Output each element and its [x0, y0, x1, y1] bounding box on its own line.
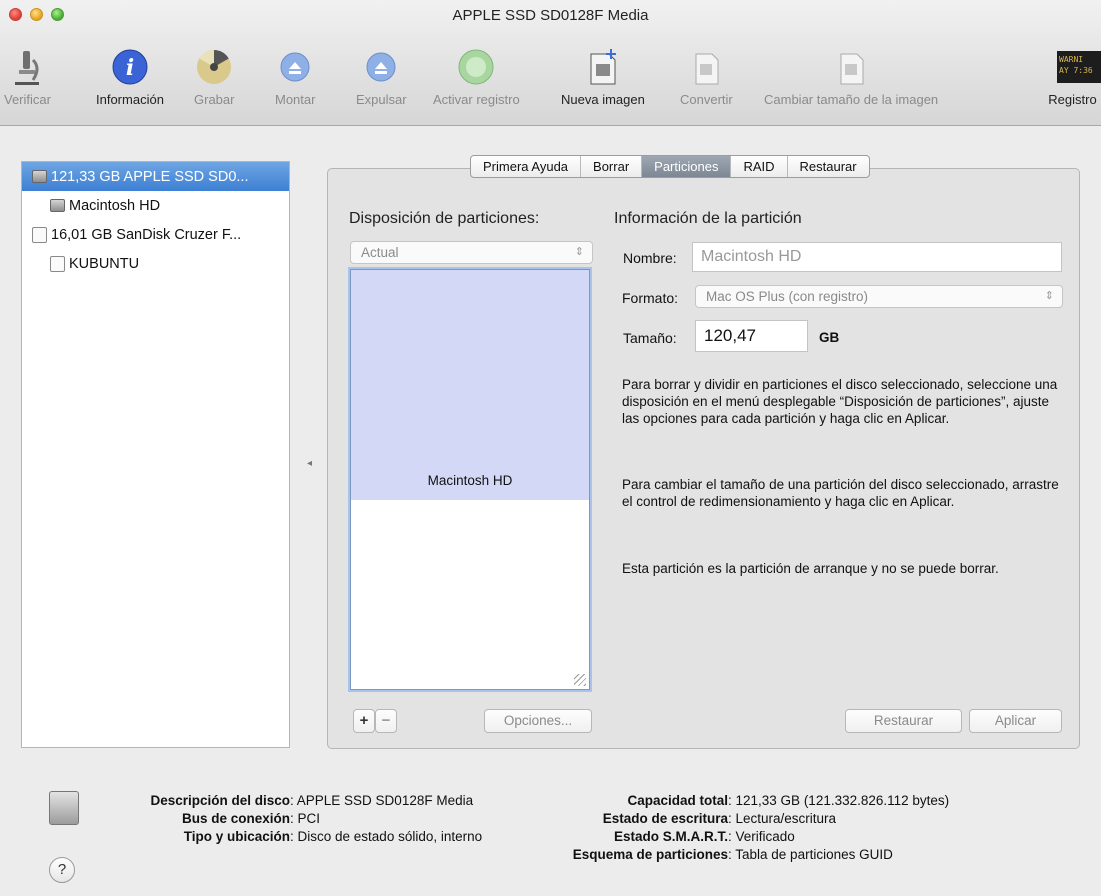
convert-button[interactable]: Convertir [680, 48, 733, 107]
eject-icon [366, 52, 396, 82]
help-text-1: Para borrar y dividir en particiones el … [622, 377, 1058, 426]
split-view-handle[interactable]: ◂ [307, 458, 312, 469]
partition-macintosh-hd[interactable] [351, 270, 589, 500]
svg-text:WARNI: WARNI [1059, 55, 1083, 64]
help-text-2: Para cambiar el tamaño de una partición … [622, 477, 1059, 509]
tab-erase[interactable]: Borrar [581, 156, 643, 177]
popup-arrows-icon: ⇕ [1044, 290, 1054, 302]
log-icon: WARNI AY 7:36 [1057, 51, 1101, 83]
restore-button[interactable]: Restaurar [845, 709, 962, 733]
smart-status-value: : Verificado [728, 829, 795, 844]
format-label: Formato: [622, 290, 679, 306]
tab-first-aid[interactable]: Primera Ayuda [471, 156, 582, 177]
smart-status-key: Estado S.M.A.R.T. [613, 829, 728, 844]
partition-layout-value: Actual [361, 245, 399, 260]
convert-icon [695, 53, 719, 85]
mount-icon [280, 52, 310, 82]
size-label: Tamaño: [623, 330, 677, 346]
partition-layout-heading: Disposición de particiones: [349, 210, 540, 227]
info-button[interactable]: i Información [96, 48, 164, 107]
volume-item-label: KUBUNTU [69, 255, 140, 272]
new-image-button[interactable]: Nueva imagen [561, 48, 645, 107]
partition-layout-popup[interactable]: Actual ⇕ [350, 241, 593, 264]
info-icon: i [112, 49, 148, 85]
new-image-icon [590, 49, 616, 85]
microscope-icon [15, 51, 40, 85]
log-button[interactable]: WARNI AY 7:36 Registro [1044, 48, 1101, 107]
enable-journaling-button[interactable]: Activar registro [433, 48, 520, 107]
partition-map[interactable]: Macintosh HD [350, 269, 590, 690]
eject-button[interactable]: Expulsar [356, 48, 407, 107]
volume-item-label: Macintosh HD [69, 197, 161, 214]
disk-item-apple-ssd[interactable]: 121,33 GB APPLE SSD SD0... [22, 162, 289, 191]
disk-description-value: : APPLE SSD SD0128F Media [290, 793, 474, 808]
tab-partitions[interactable]: Particiones [642, 156, 732, 177]
tab-raid[interactable]: RAID [731, 156, 788, 177]
external-disk-icon [50, 255, 65, 272]
disk-icon [49, 791, 79, 825]
write-status-key: Estado de escritura [602, 811, 728, 826]
partition-info-heading: Información de la partición [614, 210, 802, 227]
window-toolbar: APPLE SSD SD0128F Media Verificar i Info… [0, 0, 1101, 126]
svg-text:i: i [126, 55, 134, 81]
enable-journaling-icon [458, 49, 494, 85]
burn-button[interactable]: Grabar [194, 48, 234, 107]
bus-value: : PCI [290, 811, 321, 826]
total-capacity-value: : 121,33 GB (121.332.826.112 bytes) [728, 793, 950, 808]
disk-item-sandisk[interactable]: 16,01 GB SanDisk Cruzer F... [22, 220, 289, 249]
name-field[interactable]: Macintosh HD [692, 242, 1062, 272]
type-location-value: : Disco de estado sólido, interno [290, 829, 483, 844]
help-text-3: Esta partición es la partición de arranq… [622, 561, 999, 576]
resize-image-button[interactable]: Cambiar tamaño de la imagen [764, 48, 938, 107]
svg-text:AY 7:36: AY 7:36 [1059, 66, 1093, 75]
volume-item-kubuntu[interactable]: KUBUNTU [22, 249, 289, 278]
mount-button[interactable]: Montar [275, 48, 315, 107]
format-popup[interactable]: Mac OS Plus (con registro) ⇕ [695, 285, 1063, 308]
options-button[interactable]: Opciones... [484, 709, 592, 733]
disk-description-key: Descripción del disco [150, 793, 290, 808]
apply-button[interactable]: Aplicar [969, 709, 1062, 733]
hard-disk-icon [32, 170, 47, 183]
name-label: Nombre: [623, 250, 677, 266]
burn-icon [197, 50, 232, 84]
size-field[interactable]: 120,47 [695, 320, 808, 352]
hard-disk-icon [50, 199, 65, 212]
resize-image-icon [840, 53, 864, 85]
disk-list[interactable]: 121,33 GB APPLE SSD SD0... Macintosh HD … [21, 161, 290, 748]
volume-item-macintosh-hd[interactable]: Macintosh HD [22, 191, 289, 220]
popup-arrows-icon: ⇕ [574, 246, 584, 258]
partition-scheme-value: : Tabla de particiones GUID [728, 847, 893, 862]
resize-grip-icon[interactable] [574, 674, 586, 686]
format-value: Mac OS Plus (con registro) [706, 289, 869, 304]
tab-restore[interactable]: Restaurar [788, 156, 869, 177]
partition-scheme-key: Esquema de particiones [572, 847, 728, 862]
disk-item-label: 121,33 GB APPLE SSD SD0... [51, 168, 249, 185]
remove-partition-button[interactable]: − [375, 709, 397, 733]
tab-bar: Primera Ayuda Borrar Particiones RAID Re… [470, 155, 870, 178]
bus-key: Bus de conexión [181, 811, 290, 826]
write-status-value: : Lectura/escritura [728, 811, 837, 826]
help-button[interactable]: ? [49, 857, 75, 883]
partition-label: Macintosh HD [427, 473, 513, 488]
disk-item-label: 16,01 GB SanDisk Cruzer F... [51, 226, 242, 243]
window-title: APPLE SSD SD0128F Media [452, 7, 649, 24]
total-capacity-key: Capacidad total [627, 793, 728, 808]
verify-button[interactable]: Verificar [4, 48, 51, 107]
type-location-key: Tipo y ubicación [183, 829, 290, 844]
external-disk-icon [32, 226, 47, 243]
add-partition-button[interactable]: + [353, 709, 375, 733]
size-unit: GB [819, 330, 840, 345]
